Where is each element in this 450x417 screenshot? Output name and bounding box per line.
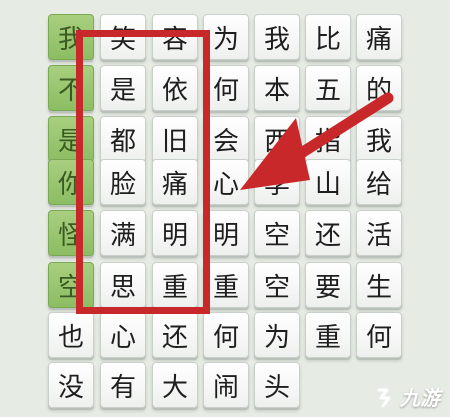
watermark-text: 九游 (400, 386, 440, 410)
pointer-arrow-icon (240, 92, 394, 190)
watermark: 九游 (375, 382, 440, 411)
jiuyou-logo-icon (377, 388, 391, 407)
